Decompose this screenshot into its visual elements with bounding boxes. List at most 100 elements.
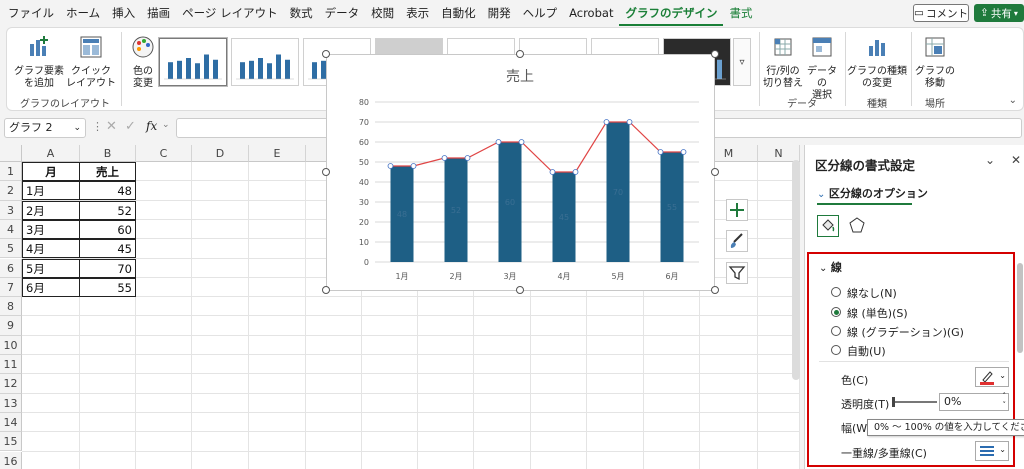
select-data-button[interactable]: データの 選択 — [803, 34, 841, 102]
radio-gradient-line[interactable] — [831, 326, 841, 336]
transparency-input[interactable]: 0% ˄ ˅ — [939, 392, 1009, 411]
radio-solid-line[interactable] — [831, 307, 841, 317]
name-box[interactable]: グラフ 2 ⌄ — [4, 118, 86, 138]
tab-chart-design[interactable]: グラフのデザイン — [619, 0, 724, 26]
tab-developer[interactable]: 開発 — [482, 0, 517, 26]
tab-acrobat[interactable]: Acrobat — [563, 0, 619, 26]
transparency-slider[interactable] — [892, 397, 937, 407]
close-icon[interactable]: ✕ — [1011, 153, 1021, 167]
table-cell-month[interactable]: 5月 — [22, 258, 80, 278]
tab-page-layout[interactable]: ページ レイアウト — [176, 0, 283, 26]
table-cell-month[interactable]: 2月 — [22, 200, 80, 220]
table-cell-month[interactable]: 1月 — [22, 181, 80, 201]
effects-tab[interactable] — [847, 215, 869, 237]
chart-type-icon — [869, 40, 885, 56]
row-header[interactable]: 2 — [0, 181, 22, 201]
column-header[interactable]: D — [192, 145, 249, 162]
cancel-icon[interactable]: ✕ — [106, 119, 117, 134]
change-colors-button[interactable]: 色の 変更 — [123, 34, 163, 90]
table-cell-sales[interactable]: 45 — [79, 239, 136, 259]
row-header[interactable]: 5 — [0, 239, 22, 259]
tab-formulas[interactable]: 数式 — [284, 0, 319, 26]
switch-row-column-button[interactable]: 行/列の 切り替え — [763, 34, 803, 90]
row-header[interactable]: 9 — [0, 316, 22, 336]
row-header[interactable]: 16 — [0, 451, 22, 469]
header-cell-month[interactable]: 月 — [22, 162, 80, 181]
column-header[interactable]: E — [249, 145, 306, 162]
table-cell-sales[interactable]: 70 — [79, 258, 136, 278]
section-line-header[interactable]: ⌄ 線 — [819, 259, 842, 275]
chart-area[interactable]: 売上 0 10 20 30 40 50 60 70 80 48 1月 52 2月 60 3月 45 4月 70 5月 5… — [322, 50, 719, 294]
add-chart-element-button[interactable]: グラフ要素 を追加 — [13, 34, 65, 90]
row-header[interactable]: 3 — [0, 200, 22, 220]
resize-handle[interactable] — [322, 50, 330, 58]
column-header[interactable]: B — [80, 145, 136, 162]
slider-handle[interactable] — [892, 397, 895, 407]
tab-format[interactable]: 書式 — [723, 0, 758, 26]
table-cell-sales[interactable]: 52 — [79, 200, 136, 220]
insert-function-button[interactable]: fx — [146, 119, 157, 133]
radio-automatic[interactable] — [831, 345, 841, 355]
row-header[interactable]: 8 — [0, 297, 22, 317]
tab-home[interactable]: ホーム — [60, 0, 106, 26]
table-cell-sales[interactable]: 48 — [79, 181, 136, 201]
compound-type-button[interactable]: ⌄ — [975, 441, 1009, 461]
chart-style-thumb[interactable] — [159, 38, 227, 86]
chart-styles-button[interactable] — [726, 230, 748, 252]
row-header[interactable]: 15 — [0, 432, 22, 452]
share-button[interactable]: ⇪ 共有 ▾ — [974, 4, 1024, 22]
tab-automate[interactable]: 自動化 — [435, 0, 482, 26]
tab-draw[interactable]: 描画 — [141, 0, 176, 26]
enter-icon[interactable]: ✓ — [125, 119, 136, 134]
table-cell-month[interactable]: 4月 — [22, 239, 80, 259]
fill-line-tab[interactable] — [817, 215, 839, 237]
tab-data[interactable]: データ — [319, 0, 366, 26]
row-header[interactable]: 13 — [0, 393, 22, 413]
grid-vertical-scrollbar[interactable] — [792, 160, 800, 380]
comment-button[interactable]: ▭ コメント — [913, 4, 969, 22]
change-chart-type-button[interactable]: グラフの種類 の変更 — [847, 34, 907, 90]
table-cell-sales[interactable]: 55 — [79, 277, 136, 297]
row-header[interactable]: 1 — [0, 162, 22, 182]
table-cell-month[interactable]: 6月 — [22, 277, 80, 297]
tab-view[interactable]: 表示 — [400, 0, 435, 26]
table-cell-month[interactable]: 3月 — [22, 219, 80, 239]
chart-style-thumb[interactable] — [231, 38, 299, 86]
spinner-icon[interactable]: ˄ ˅ — [1003, 392, 1007, 410]
pane-scrollbar[interactable] — [1017, 263, 1023, 353]
table-cell-sales[interactable]: 60 — [79, 219, 136, 239]
resize-handle[interactable] — [711, 50, 719, 58]
row-header[interactable]: 6 — [0, 258, 22, 278]
more-options-icon[interactable]: ⋮ — [92, 120, 103, 133]
row-header[interactable]: 11 — [0, 355, 22, 375]
quick-layout-button[interactable]: クイック レイアウト — [65, 34, 117, 90]
collapse-ribbon-icon[interactable]: ⌄ — [1009, 95, 1017, 106]
row-header[interactable]: 4 — [0, 219, 22, 240]
tab-divider-options[interactable]: ⌄ 区分線のオプション — [817, 185, 928, 201]
move-chart-button[interactable]: グラフの 移動 — [913, 34, 957, 90]
style-gallery-more-button[interactable]: ▿ — [733, 38, 751, 86]
column-header[interactable]: C — [136, 145, 192, 162]
row-header[interactable]: 7 — [0, 277, 22, 298]
resize-handle[interactable] — [711, 286, 719, 294]
header-cell-sales[interactable]: 売上 — [79, 162, 136, 181]
tab-review[interactable]: 校閲 — [365, 0, 400, 26]
column-header[interactable]: A — [22, 145, 80, 162]
pane-options-chevron-icon[interactable]: ⌄ — [985, 153, 995, 167]
row-header[interactable]: 12 — [0, 374, 22, 394]
tab-help[interactable]: ヘルプ — [517, 0, 564, 26]
resize-handle[interactable] — [322, 286, 330, 294]
tab-file[interactable]: ファイル — [0, 0, 60, 26]
chart-elements-button[interactable] — [726, 199, 748, 221]
resize-handle[interactable] — [322, 168, 330, 176]
chart-filters-button[interactable] — [726, 262, 748, 284]
resize-handle[interactable] — [711, 168, 719, 176]
radio-no-line[interactable] — [831, 287, 841, 297]
tab-insert[interactable]: 挿入 — [106, 0, 141, 26]
row-header[interactable]: 14 — [0, 412, 22, 433]
resize-handle[interactable] — [516, 286, 524, 294]
color-picker-button[interactable]: ⌄ — [975, 367, 1009, 387]
select-all-corner[interactable] — [0, 145, 22, 162]
row-header[interactable]: 10 — [0, 335, 22, 355]
resize-handle[interactable] — [516, 50, 524, 58]
